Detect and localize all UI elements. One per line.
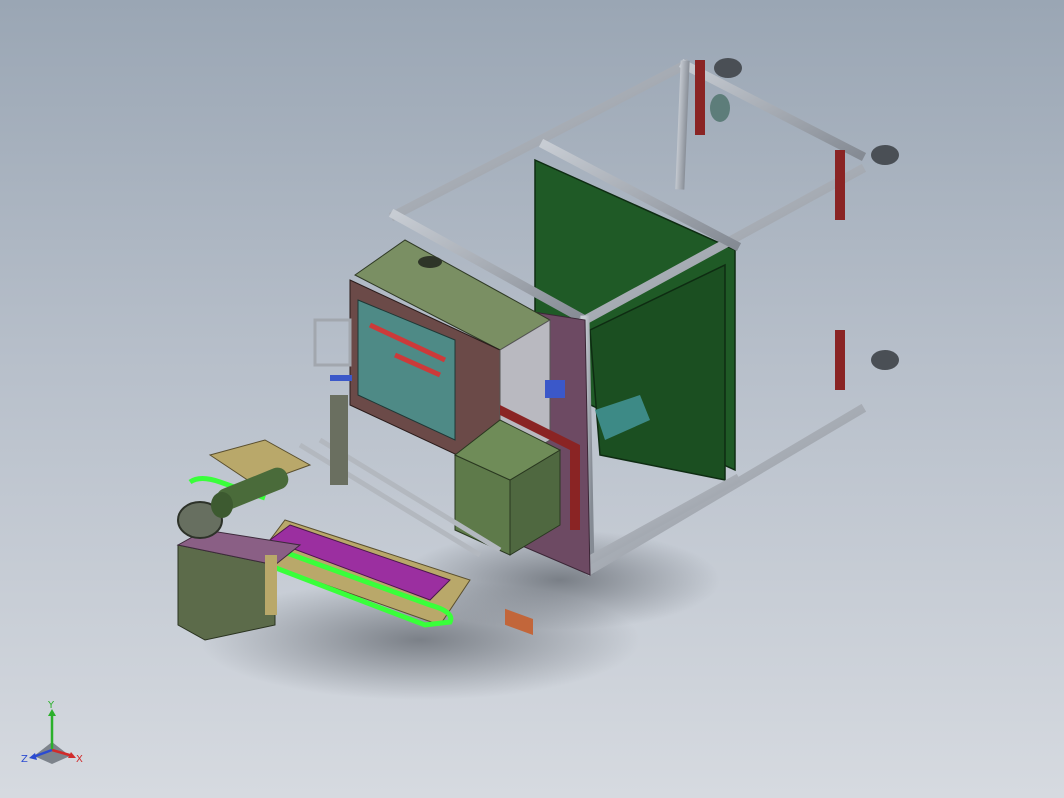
triad-x-label: X	[76, 754, 83, 765]
triad-y-label: Y	[47, 700, 55, 711]
housing-top-slot	[418, 256, 442, 268]
assembly-model[interactable]	[0, 0, 1064, 798]
vertical-rail-2	[265, 555, 277, 615]
z-arrow-icon	[29, 753, 37, 760]
triad-z-label: Z	[21, 754, 28, 765]
cylinder-end	[211, 492, 233, 518]
orientation-triad[interactable]: Y X Z	[20, 700, 90, 775]
blue-connector	[330, 375, 352, 381]
vertical-rail	[330, 395, 348, 485]
cad-graphics-viewport[interactable]: Y X Z	[0, 0, 1064, 798]
small-bracket	[313, 318, 352, 367]
blue-connector-2	[545, 380, 565, 398]
